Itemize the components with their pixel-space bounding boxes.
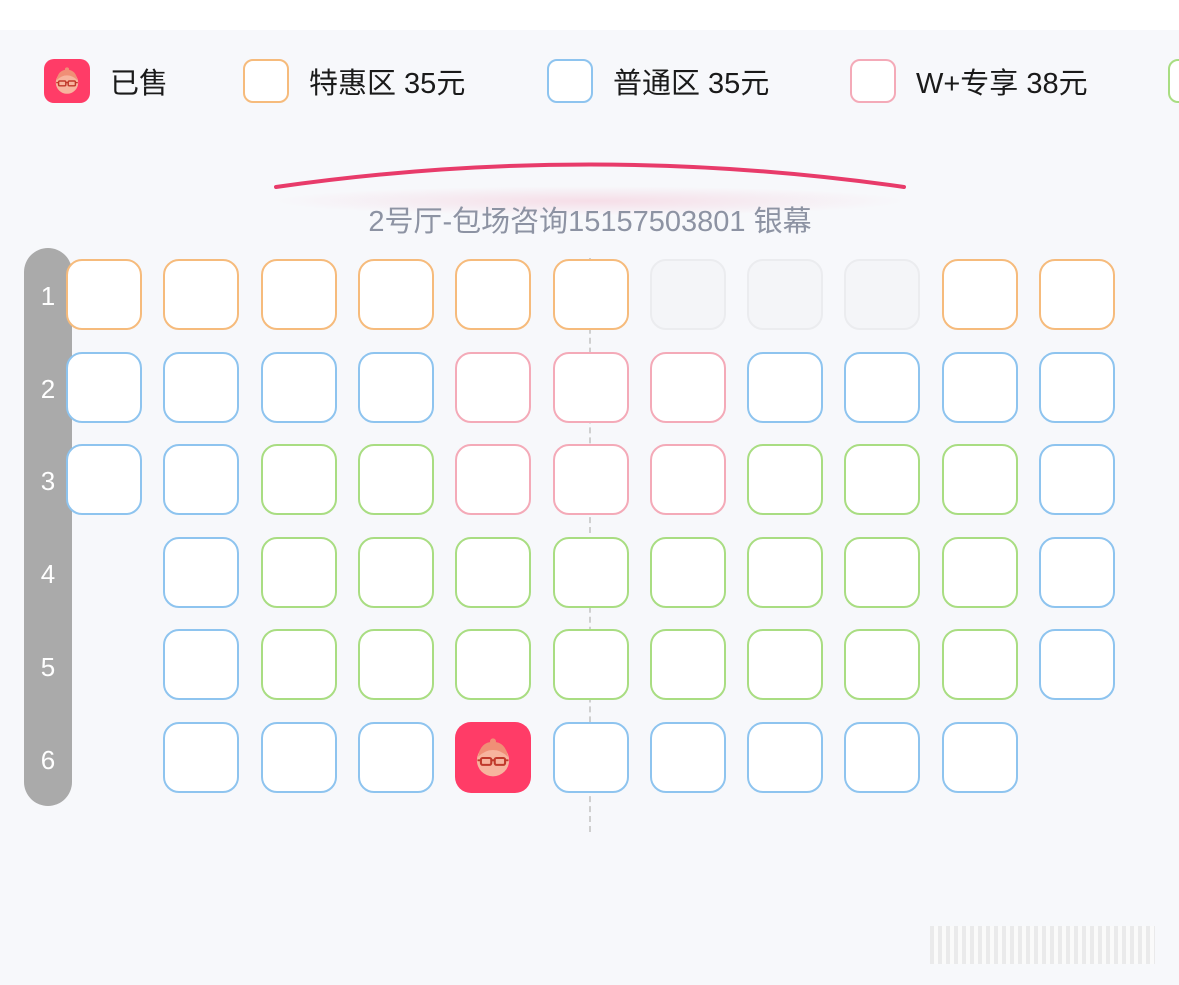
legend-item-special: 特惠区 35元 xyxy=(243,56,465,106)
screen-indicator: 2号厅-包场咨询15157503801 银幕 xyxy=(250,148,930,238)
seat-r1-c1-special[interactable] xyxy=(66,259,142,330)
seat-r4-c3-green[interactable] xyxy=(260,536,337,608)
seat-r2-c11-normal[interactable] xyxy=(1039,351,1115,423)
legend-swatch-normal xyxy=(547,59,593,103)
seat-r4-c5-green[interactable] xyxy=(455,536,532,608)
legend-label-special: 特惠区 35元 xyxy=(309,68,466,100)
row-number-bar: 1 2 3 4 5 6 xyxy=(24,248,72,806)
seat-r2-c2-normal[interactable] xyxy=(163,351,240,423)
screen-label: 2号厅-包场咨询15157503801 银幕 xyxy=(368,206,812,238)
seat-r3-c6-wplus[interactable] xyxy=(552,444,629,516)
seat-r2-c7-wplus[interactable] xyxy=(649,351,726,423)
seat-r1-c9-disabled xyxy=(844,259,921,330)
seat-r3-c2-normal[interactable] xyxy=(163,444,240,516)
seat-r6-c9-normal[interactable] xyxy=(844,722,921,793)
seat-r5-c2-normal[interactable] xyxy=(163,629,240,701)
seat-r4-c10-green[interactable] xyxy=(941,536,1018,608)
legend-item-sold: 已售 xyxy=(44,56,168,106)
seat-r2-c8-normal[interactable] xyxy=(747,351,824,423)
seat-r2-c5-wplus[interactable] xyxy=(455,351,532,423)
row-number: 2 xyxy=(40,374,56,404)
legend-label-wplus: W+专享 38元 xyxy=(916,68,1088,100)
seat-r1-c5-special[interactable] xyxy=(455,259,532,330)
seat-r3-c8-green[interactable] xyxy=(747,444,824,516)
seat-r2-c10-normal[interactable] xyxy=(941,351,1018,423)
seat-r2-c6-wplus[interactable] xyxy=(552,351,629,423)
seat-r1-c4-special[interactable] xyxy=(357,259,434,330)
seat-r6-c4-normal[interactable] xyxy=(357,722,434,793)
seat-r3-c5-wplus[interactable] xyxy=(455,444,532,516)
seat-r2-c4-normal[interactable] xyxy=(357,351,434,423)
seat-r6-c2-normal[interactable] xyxy=(163,722,240,793)
seat-r6-c8-normal[interactable] xyxy=(747,722,824,793)
seat-r5-c9-green[interactable] xyxy=(844,629,921,701)
seat-r1-c8-disabled xyxy=(747,259,824,330)
seat-r3-c3-green[interactable] xyxy=(260,444,337,516)
row-number: 1 xyxy=(40,281,56,311)
seat-r1-c10-special[interactable] xyxy=(941,259,1018,330)
seat-r4-c8-green[interactable] xyxy=(747,536,824,608)
seat-r5-c4-green[interactable] xyxy=(357,629,434,701)
legend-swatch-wplus xyxy=(850,59,896,103)
top-bar xyxy=(0,0,1179,30)
legend-item-green xyxy=(1168,56,1179,106)
seat-r6-c3-normal[interactable] xyxy=(260,722,337,793)
seat-r1-c3-special[interactable] xyxy=(260,259,337,330)
seat-r5-c10-green[interactable] xyxy=(941,629,1018,701)
sold-face-icon xyxy=(477,737,510,776)
legend-item-normal: 普通区 35元 xyxy=(547,56,769,106)
seat-r5-c11-normal[interactable] xyxy=(1039,629,1115,701)
seat-r3-c10-green[interactable] xyxy=(941,444,1018,516)
sold-face-icon xyxy=(55,67,79,94)
row-number: 3 xyxy=(40,466,56,496)
watermark xyxy=(930,926,1155,964)
seat-r3-c11-normal[interactable] xyxy=(1039,444,1115,516)
seat-r4-c11-normal[interactable] xyxy=(1039,536,1115,608)
seat-legend: 已售 特惠区 35元 普通区 35元 W+专享 38元 xyxy=(0,56,1179,108)
seat-r6-c6-normal[interactable] xyxy=(552,722,629,793)
seat-r2-c3-normal[interactable] xyxy=(260,351,337,423)
seat-r1-c6-special[interactable] xyxy=(552,259,629,330)
seat-r6-c7-normal[interactable] xyxy=(649,722,726,793)
seat-r2-c1-normal[interactable] xyxy=(66,351,142,423)
legend-swatch-special xyxy=(243,59,289,103)
row-number: 4 xyxy=(40,559,56,589)
seat-r5-c3-green[interactable] xyxy=(260,629,337,701)
seat-r4-c6-green[interactable] xyxy=(552,536,629,608)
seat-r5-c5-green[interactable] xyxy=(455,629,532,701)
legend-swatch-sold xyxy=(44,59,90,103)
legend-label-sold: 已售 xyxy=(110,68,169,100)
seat-r5-c6-green[interactable] xyxy=(552,629,629,701)
seat-r3-c9-green[interactable] xyxy=(844,444,921,516)
seat-r1-c11-special[interactable] xyxy=(1039,259,1115,330)
seat-r3-c7-wplus[interactable] xyxy=(649,444,726,516)
row-number: 6 xyxy=(40,745,56,775)
legend-swatch-green xyxy=(1168,59,1179,103)
seat-r1-c7-disabled xyxy=(649,259,726,330)
seat-r4-c7-green[interactable] xyxy=(649,536,726,608)
seat-r5-c8-green[interactable] xyxy=(747,629,824,701)
seat-r6-c10-normal[interactable] xyxy=(941,722,1018,793)
legend-item-wplus: W+专享 38元 xyxy=(850,56,1088,106)
seat-r6-c5-sold xyxy=(455,722,532,793)
seat-r4-c4-green[interactable] xyxy=(357,536,434,608)
seat-r5-c7-green[interactable] xyxy=(649,629,726,701)
seat-r2-c9-normal[interactable] xyxy=(844,351,921,423)
seat-r3-c1-normal[interactable] xyxy=(66,444,142,516)
seat-r4-c2-normal[interactable] xyxy=(163,536,240,608)
seat-r4-c9-green[interactable] xyxy=(844,536,921,608)
legend-label-normal: 普通区 35元 xyxy=(613,68,770,100)
seat-r3-c4-green[interactable] xyxy=(357,444,434,516)
seat-r1-c2-special[interactable] xyxy=(163,259,240,330)
row-number: 5 xyxy=(40,652,56,682)
